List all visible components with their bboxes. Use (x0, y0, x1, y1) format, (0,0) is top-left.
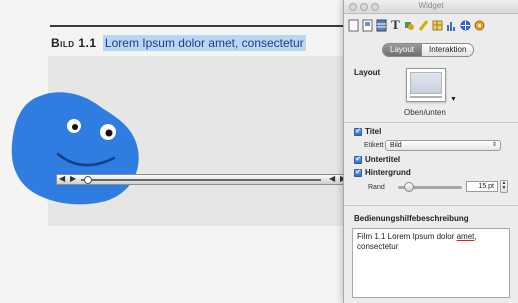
window-title: Widget (418, 1, 444, 10)
accessibility-text-flagged: amet (456, 232, 475, 241)
rand-stepper[interactable]: ▲ ▼ (500, 180, 508, 193)
inspector-window: Widget T Layout Interaktion Layout ▼ Obe… (343, 0, 518, 303)
checkbox-checked-icon[interactable]: ✓ (354, 168, 362, 177)
title-checkbox-row[interactable]: ✓ Titel (354, 127, 381, 136)
rand-value-field[interactable]: 15 pt (466, 181, 498, 192)
layout-icon[interactable] (361, 18, 374, 33)
top-rule (50, 25, 350, 27)
divider (344, 205, 518, 206)
table-icon[interactable] (375, 18, 388, 33)
tab-layout[interactable]: Layout (383, 44, 422, 56)
caption-text[interactable]: Lorem Ipsum dolor amet, consectetur (102, 35, 306, 51)
table-grid-icon[interactable] (431, 18, 444, 33)
accessibility-label: Bedienungshilfebeschreibung (354, 214, 469, 223)
play-icon[interactable]: ▶ (70, 174, 76, 183)
layout-thumbnail-image (410, 72, 442, 94)
etikett-value: Bild (390, 142, 402, 149)
media-icon[interactable] (473, 18, 486, 33)
accessibility-description-field[interactable]: Film 1.1 Lorem Ipsum dolor amet, consect… (352, 228, 510, 298)
progress-knob[interactable] (84, 176, 92, 184)
screen: Bild 1.1 Lorem Ipsum dolor amet, consect… (0, 0, 518, 303)
blob-character-image (11, 92, 139, 205)
background-check-label: Hintergrund (365, 168, 411, 177)
layout-thumbnail-line (410, 96, 442, 98)
graphic-icon[interactable] (403, 18, 416, 33)
dropdown-arrow-icon[interactable]: ▼ (450, 96, 457, 103)
accessibility-text: Film 1.1 Lorem Ipsum dolor (357, 232, 457, 241)
rand-slider-knob[interactable] (404, 182, 414, 192)
subtitle-checkbox-row[interactable]: ✓ Untertitel (354, 155, 400, 164)
tab-interaktion[interactable]: Interaktion (421, 44, 474, 56)
caption-label: Bild 1.1 (51, 36, 97, 50)
step-back-icon[interactable]: ◀ (329, 174, 335, 183)
inspector-toolbar: T (347, 15, 517, 35)
title-bar: Widget (344, 0, 518, 14)
checkbox-checked-icon[interactable]: ✓ (354, 127, 362, 136)
select-arrows-icon: ⇕ (491, 142, 497, 148)
divider (344, 122, 518, 123)
title-check-label: Titel (365, 127, 382, 136)
movie-controller[interactable]: ◀ ▶ ◀ ▶ (56, 174, 350, 185)
checkbox-checked-icon[interactable]: ✓ (354, 155, 362, 164)
tab-switcher: Layout Interaktion (382, 43, 475, 57)
document-icon[interactable] (347, 18, 360, 33)
etikett-select[interactable]: Bild ⇕ (385, 140, 501, 151)
progress-track[interactable] (81, 179, 321, 181)
figure-caption[interactable]: Bild 1.1 Lorem Ipsum dolor amet, consect… (51, 35, 306, 51)
pen-icon[interactable] (417, 18, 430, 33)
chart-icon[interactable] (445, 18, 458, 33)
layout-section-label: Layout (354, 68, 381, 77)
layout-preview-thumbnail[interactable] (406, 68, 446, 102)
text-icon[interactable]: T (389, 17, 402, 33)
background-checkbox-row[interactable]: ✓ Hintergrund (354, 168, 411, 177)
rand-label: Rand (368, 184, 385, 191)
speaker-icon[interactable]: ◀ (59, 174, 65, 183)
layout-name: Oben/unten (404, 108, 446, 117)
etikett-label: Etikett (364, 142, 384, 149)
subtitle-check-label: Untertitel (365, 155, 401, 164)
link-icon[interactable] (459, 18, 472, 33)
